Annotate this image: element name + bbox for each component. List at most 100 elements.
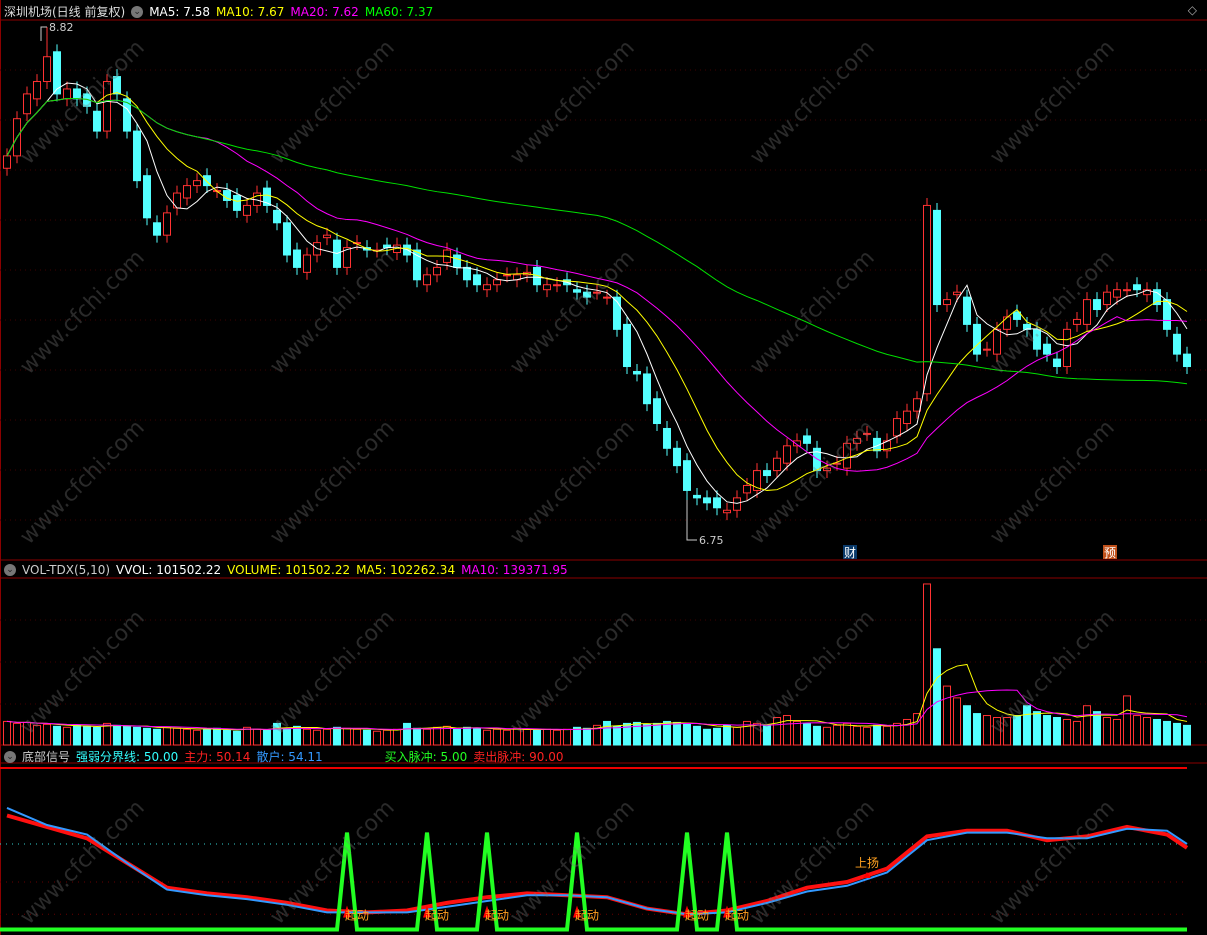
candle xyxy=(723,509,731,514)
forecast-label: 预 xyxy=(1104,546,1116,560)
volume-bar xyxy=(603,720,611,746)
ma60-line xyxy=(6,98,1188,385)
volume-bar xyxy=(1133,715,1141,746)
volume-bar xyxy=(273,722,281,746)
vvol-label: VVOL: 101502.22 xyxy=(116,563,222,577)
volume-bar xyxy=(143,727,151,746)
volume-bar xyxy=(643,723,651,746)
volume-bar xyxy=(123,725,131,746)
candle xyxy=(433,266,441,276)
volume-bar xyxy=(953,697,961,746)
volume-bar xyxy=(773,717,781,746)
stock-chart: 8.82 6.75 财 预起动 起动 起动 起动 起动 起动 上扬 xyxy=(0,0,1207,935)
candle xyxy=(743,484,751,494)
volume-bar xyxy=(323,728,331,746)
volume-bar xyxy=(753,722,761,746)
volume-bar xyxy=(413,727,421,746)
candle xyxy=(603,296,611,299)
candle xyxy=(173,192,181,209)
candle xyxy=(963,296,971,325)
volume-bar xyxy=(233,730,241,746)
candle xyxy=(1183,353,1191,368)
volume-bar xyxy=(1013,715,1021,746)
candle xyxy=(633,370,641,375)
candle xyxy=(113,76,121,95)
volume-bar xyxy=(673,721,681,746)
volume-bar xyxy=(1073,720,1081,746)
volume-bar xyxy=(383,729,391,746)
volume-bar xyxy=(183,728,191,746)
volume-bar xyxy=(13,722,21,746)
chevron-down-icon[interactable]: ⌄ xyxy=(4,564,16,576)
volume-bar xyxy=(513,727,521,746)
volume-bar xyxy=(483,729,491,746)
volume-bar xyxy=(293,725,301,746)
volume-bar xyxy=(23,721,31,746)
candle xyxy=(463,266,471,281)
volume-bar xyxy=(713,727,721,746)
start-signal-label: 起动 xyxy=(685,909,709,923)
volume-bar xyxy=(543,728,551,746)
candle xyxy=(23,93,31,115)
volume-bar xyxy=(363,729,371,746)
candle xyxy=(553,284,561,287)
candle xyxy=(1083,299,1091,325)
retail-label: 散户: 54.11 xyxy=(256,750,323,764)
candle xyxy=(543,284,551,291)
volume-bar xyxy=(213,727,221,746)
diamond-icon[interactable]: ◇ xyxy=(1188,3,1197,17)
vol-ma10-label: MA10: 139371.95 xyxy=(461,563,568,577)
low-label: 6.75 xyxy=(699,534,724,547)
candle xyxy=(983,348,991,351)
start-signal-label: 起动 xyxy=(345,909,369,923)
volume-bar xyxy=(613,725,621,746)
volume-bar xyxy=(253,728,261,746)
candle xyxy=(583,291,591,298)
candle xyxy=(663,427,671,449)
candle xyxy=(623,323,631,368)
volume-bar xyxy=(783,715,791,746)
candle xyxy=(303,254,311,273)
candle xyxy=(653,398,661,425)
chevron-down-icon[interactable]: ⌄ xyxy=(131,5,144,18)
candle xyxy=(953,291,961,296)
candle xyxy=(703,497,711,504)
volume-bar xyxy=(103,722,111,746)
high-label: 8.82 xyxy=(49,21,74,34)
volume-indicator-name: VOL-TDX(5,10) xyxy=(22,563,111,577)
volume-bar xyxy=(833,724,841,746)
volume-bar xyxy=(73,724,81,746)
candle xyxy=(733,497,741,511)
volume-bar xyxy=(393,728,401,746)
rise-signal-label: 上扬 xyxy=(855,855,879,870)
stock-title: 深圳机场(日线 前复权) xyxy=(4,5,126,19)
candle xyxy=(683,460,691,491)
high-marker xyxy=(40,26,47,41)
candle xyxy=(573,289,581,293)
volume-bar xyxy=(583,727,591,746)
candle xyxy=(823,467,831,472)
volume-bar xyxy=(53,725,61,746)
volume-bar xyxy=(263,729,271,746)
start-signal-label: 起动 xyxy=(425,909,449,923)
candle xyxy=(233,195,241,211)
volume-bar xyxy=(793,720,801,746)
chevron-down-icon[interactable]: ⌄ xyxy=(4,750,16,763)
volume-bar xyxy=(503,729,511,746)
start-signal-label: 起动 xyxy=(485,909,509,923)
candle xyxy=(243,204,251,216)
candle xyxy=(1073,318,1081,325)
vol-ma5-label: MA5: 102262.34 xyxy=(356,563,456,577)
volume-bar xyxy=(1043,715,1051,746)
candle xyxy=(773,457,781,472)
volume-bar xyxy=(823,726,831,746)
candle xyxy=(143,175,151,219)
volume-bar xyxy=(1113,718,1121,746)
candle xyxy=(323,234,331,239)
candle xyxy=(93,110,101,132)
ma10-label: MA10: 7.67 xyxy=(215,4,285,19)
volume-bar xyxy=(563,728,571,746)
volume-bar xyxy=(1153,718,1161,746)
sell-pulse-label: 卖出脉冲: 90.00 xyxy=(473,750,564,764)
candle xyxy=(863,432,871,435)
